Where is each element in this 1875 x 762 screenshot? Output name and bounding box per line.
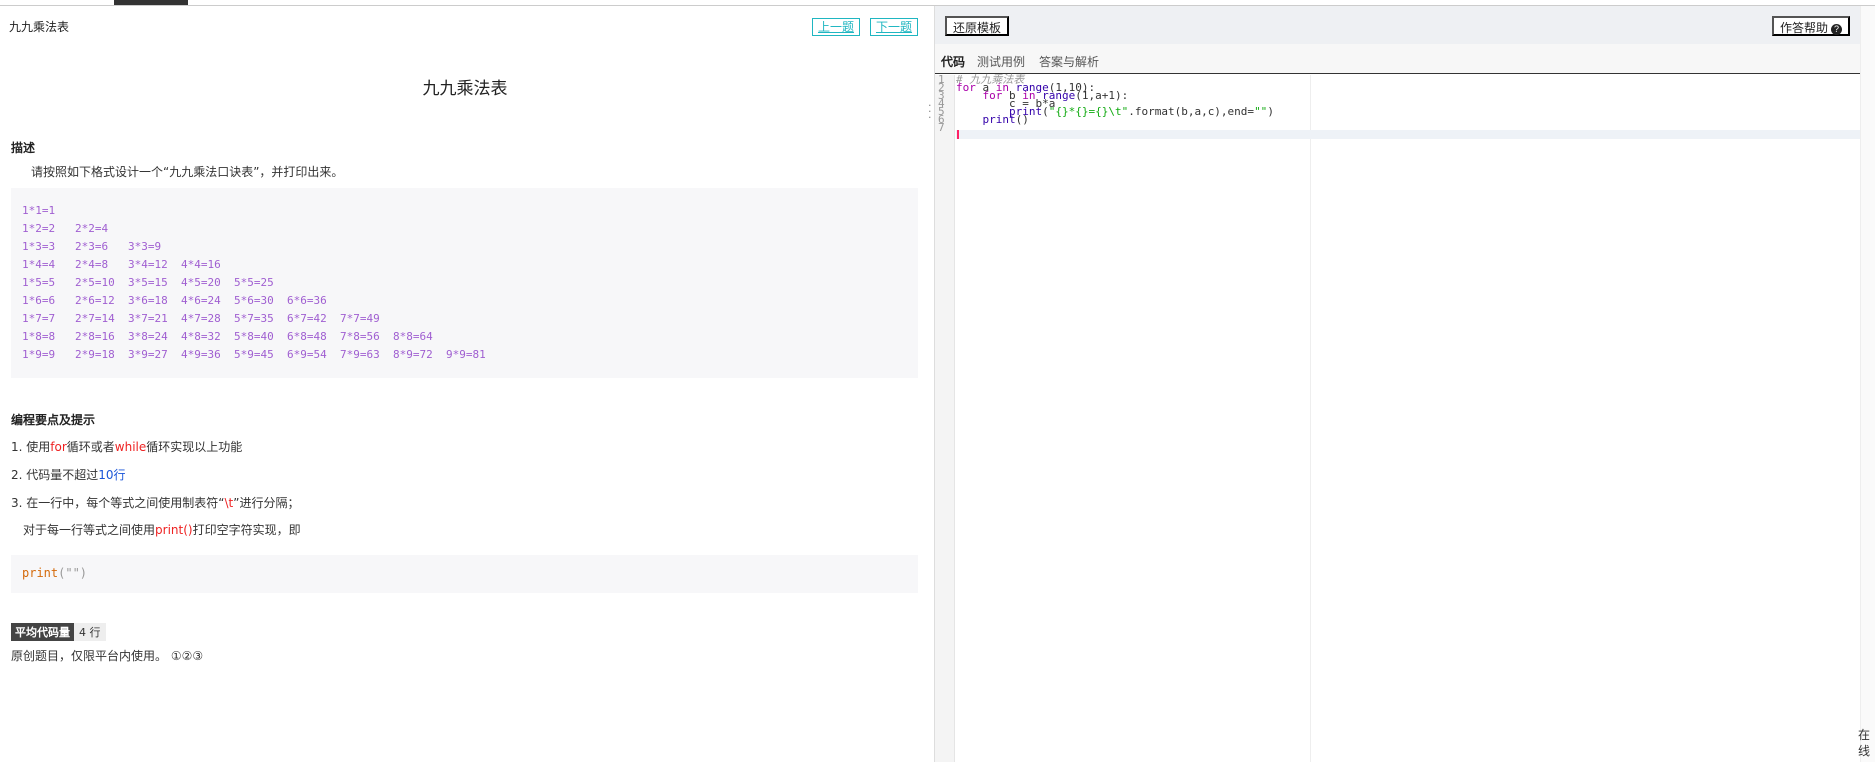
tip-4: 对于每一行等式之间使用print()打印空字符实现，即 bbox=[23, 523, 301, 537]
table-cell: 6*8=48 bbox=[287, 330, 327, 343]
table-cell: 1*1=1 bbox=[22, 204, 56, 217]
table-cell: 2*3=6 bbox=[75, 240, 109, 253]
table-cell: 1*2=2 bbox=[22, 222, 56, 235]
table-cell: 2*8=16 bbox=[75, 330, 115, 343]
table-cell: 6*7=42 bbox=[287, 312, 327, 325]
table-row: 1*5=5 2*5=10 3*5=15 4*5=20 5*5=25 bbox=[22, 276, 907, 294]
editor-tabs: 代码 测试用例 答案与解析 bbox=[935, 44, 1860, 74]
table-cell: 7*9=63 bbox=[340, 348, 380, 361]
table-row: 1*8=8 2*8=16 3*8=24 4*8=32 5*8=40 6*8=48 7*8=5… bbox=[22, 330, 907, 348]
tab-test-cases[interactable]: 测试用例 bbox=[977, 53, 1025, 70]
table-row: 1*6=6 2*6=12 3*6=18 4*6=24 5*6=30 6*6=36 bbox=[22, 294, 907, 312]
line-gutter bbox=[935, 75, 955, 762]
problem-panel: 九九乘法表 上一题 下一题 九九乘法表 描述 请按照如下格式设计一个“九九乘法口… bbox=[0, 6, 934, 762]
table-cell: 4*8=32 bbox=[181, 330, 221, 343]
table-cell: 2*5=10 bbox=[75, 276, 115, 289]
table-cell: 7*8=56 bbox=[340, 330, 380, 343]
code-line: print() bbox=[982, 113, 1029, 126]
table-cell: 2*7=14 bbox=[75, 312, 115, 325]
table-cell: 4*5=20 bbox=[181, 276, 221, 289]
table-cell: 5*9=45 bbox=[234, 348, 274, 361]
tip-2: 2. 代码量不超过10行 bbox=[11, 468, 126, 482]
table-cell: 3*8=24 bbox=[128, 330, 168, 343]
print-code-sample: print("") bbox=[11, 555, 918, 593]
top-tab-indicator[interactable] bbox=[114, 0, 188, 5]
tab-code[interactable]: 代码 bbox=[941, 53, 965, 70]
table-cell: 1*6=6 bbox=[22, 294, 56, 307]
table-row: 1*4=4 2*4=8 3*4=12 4*4=16 bbox=[22, 258, 907, 276]
table-cell: 6*6=36 bbox=[287, 294, 327, 307]
table-cell: 1*8=8 bbox=[22, 330, 56, 343]
table-cell: 5*7=35 bbox=[234, 312, 274, 325]
table-cell: 1*7=7 bbox=[22, 312, 56, 325]
editor-panel: 还原模板 作答帮助? 代码 测试用例 答案与解析 1 # 九九乘法表 2 for a … bbox=[935, 6, 1860, 762]
license-note: 原创题目，仅限平台内使用。 ①②③ bbox=[11, 649, 204, 663]
table-row: 1*2=2 2*2=4 bbox=[22, 222, 907, 240]
table-cell: 5*5=25 bbox=[234, 276, 274, 289]
prev-question-button[interactable]: 上一题 bbox=[812, 18, 861, 36]
table-cell: 2*9=18 bbox=[75, 348, 115, 361]
multiplication-table-sample: 1*1=1 1*2=2 2*2=4 1*3=3 2*3=6 3*3=9 1*4=4 2*4=8… bbox=[11, 188, 918, 378]
table-cell: 3*9=27 bbox=[128, 348, 168, 361]
table-cell: 4*4=16 bbox=[181, 258, 221, 271]
table-row: 1*7=7 2*7=14 3*7=21 4*7=28 5*7=35 6*7=42 7*7=4… bbox=[22, 312, 907, 330]
table-cell: 3*4=12 bbox=[128, 258, 168, 271]
table-cell: 5*8=40 bbox=[234, 330, 274, 343]
table-cell: 4*9=36 bbox=[181, 348, 221, 361]
problem-title: 九九乘法表 bbox=[422, 79, 508, 99]
answer-help-button[interactable]: 作答帮助? bbox=[1771, 16, 1850, 36]
tips-heading: 编程要点及提示 bbox=[11, 413, 96, 427]
table-cell: 2*4=8 bbox=[75, 258, 109, 271]
avg-code-value: 4 行 bbox=[74, 623, 106, 641]
restore-template-button[interactable]: 还原模板 bbox=[945, 16, 1010, 36]
description-heading: 描述 bbox=[11, 141, 36, 155]
table-cell: 9*9=81 bbox=[446, 348, 486, 361]
table-cell: 8*9=72 bbox=[393, 348, 433, 361]
table-cell: 8*8=64 bbox=[393, 330, 433, 343]
table-cell: 1*5=5 bbox=[22, 276, 56, 289]
table-row: 1*3=3 2*3=6 3*3=9 bbox=[22, 240, 907, 258]
print-margin bbox=[1310, 75, 1311, 762]
avg-code-label: 平均代码量 bbox=[11, 623, 74, 641]
table-cell: 4*7=28 bbox=[181, 312, 221, 325]
avg-code-length: 平均代码量 4 行 bbox=[11, 623, 106, 641]
line-number: 7 bbox=[938, 121, 945, 134]
license-icon: ①②③ bbox=[170, 649, 204, 663]
table-cell: 1*9=9 bbox=[22, 348, 56, 361]
code-editor[interactable]: 1 # 九九乘法表 2 for a in range(1,10): 3 for b in… bbox=[935, 74, 1860, 762]
online-service-link[interactable]: 在线 bbox=[1858, 727, 1874, 759]
next-question-button[interactable]: 下一题 bbox=[870, 18, 919, 36]
table-row: 1*9=9 2*9=18 3*9=27 4*9=36 5*9=45 6*9=54 7*9=6… bbox=[22, 348, 907, 366]
table-cell: 6*9=54 bbox=[287, 348, 327, 361]
page-scrollbar[interactable] bbox=[1860, 6, 1875, 762]
table-cell: 1*4=4 bbox=[22, 258, 56, 271]
description-text: 请按照如下格式设计一个“九九乘法口诀表”，并打印出来。 bbox=[31, 165, 344, 179]
table-cell: 7*7=49 bbox=[340, 312, 380, 325]
table-cell: 3*5=15 bbox=[128, 276, 168, 289]
table-cell: 1*3=3 bbox=[22, 240, 56, 253]
tip-1: 1. 使用for循环或者while循环实现以上功能 bbox=[11, 440, 243, 454]
help-icon: ? bbox=[1831, 24, 1842, 35]
table-cell: 3*6=18 bbox=[128, 294, 168, 307]
editor-header: 还原模板 作答帮助? bbox=[935, 6, 1860, 44]
tab-answer-analysis[interactable]: 答案与解析 bbox=[1039, 53, 1099, 70]
table-row: 1*1=1 bbox=[22, 204, 907, 222]
table-cell: 3*7=21 bbox=[128, 312, 168, 325]
table-cell: 4*6=24 bbox=[181, 294, 221, 307]
table-cell: 2*2=4 bbox=[75, 222, 109, 235]
text-cursor bbox=[957, 130, 959, 139]
active-line bbox=[956, 130, 1860, 139]
table-cell: 5*6=30 bbox=[234, 294, 274, 307]
table-cell: 3*3=9 bbox=[128, 240, 162, 253]
drag-handle-icon[interactable]: · · · bbox=[928, 100, 932, 123]
table-cell: 2*6=12 bbox=[75, 294, 115, 307]
tip-3: 3. 在一行中，每个等式之间使用制表符“\t”进行分隔； bbox=[11, 496, 300, 510]
breadcrumb: 九九乘法表 bbox=[9, 20, 70, 34]
